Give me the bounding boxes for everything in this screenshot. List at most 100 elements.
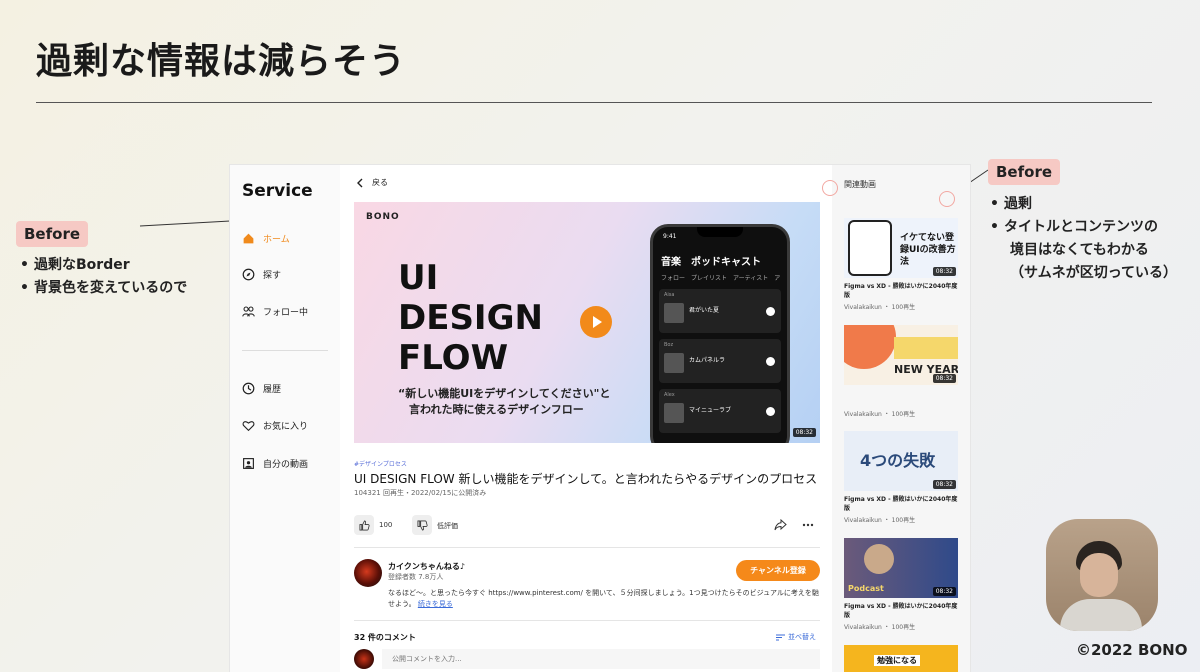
thumb-text: 4つの失敗 [860, 451, 936, 470]
left-note-list: 過剰なBorder 背景色を変えているので [18, 254, 187, 300]
nav-item-following[interactable]: フォロー中 [242, 305, 308, 318]
brand-logo: Service [242, 181, 313, 201]
channel-name[interactable]: カイクンちゃんねる♪ [388, 561, 465, 572]
thumb-text: イケてない登録UIの改善方法 [900, 233, 956, 267]
back-button[interactable]: 戻る [356, 177, 388, 188]
related-thumb[interactable]: NEW YEAR 08:32 [844, 325, 958, 385]
right-note-item: （サムネが区切っている） [1010, 265, 1178, 281]
show-more-link[interactable]: 続きを見る [418, 600, 453, 608]
hero-headline-line: DESIGN [398, 298, 543, 338]
video-duration: 08:32 [792, 428, 816, 437]
sort-button[interactable]: 並べ替え [776, 632, 816, 642]
presenter-shirt [1060, 599, 1142, 631]
right-note-item: 境目はなくてもわかる [1010, 242, 1149, 258]
right-note-item: タイトルとコンテンツの [988, 216, 1177, 239]
play-icon [766, 357, 775, 366]
comment-input[interactable] [382, 649, 820, 669]
nav-label: お気に入り [263, 422, 309, 432]
thumb-text: 勉強になる [874, 655, 920, 666]
channel-subscribers: 登録者数 7.8万人 [388, 573, 444, 581]
phone-card: Boz カムパネルラ [659, 339, 781, 383]
nav-item-home[interactable]: ホーム [242, 232, 290, 245]
thumb-shape [894, 337, 958, 359]
nav-item-explore[interactable]: 探す [242, 268, 281, 281]
phone-card-track: 君がいた夏 [689, 307, 720, 314]
phone-card-user: Boz [664, 342, 674, 348]
thumb-duration: 08:32 [932, 587, 956, 596]
related-channel: Vivalakaikun ・ 100再生 [844, 517, 916, 524]
home-icon [243, 233, 254, 244]
back-label: 戻る [372, 178, 388, 187]
related-videos: 関連動画 イケてない登録UIの改善方法 08:32 Figma vs XD - … [832, 165, 970, 672]
divider [354, 547, 820, 548]
nav-item-history[interactable]: 履歴 [242, 382, 281, 395]
thumb-phone-shape [848, 220, 892, 276]
presenter-face [1080, 553, 1118, 597]
related-title[interactable]: Figma vs XD - 勝敗はいかに2040年度版 [844, 602, 958, 620]
nav-label: フォロー中 [263, 308, 309, 318]
thumb-person [864, 544, 894, 574]
thumb-shape [844, 325, 896, 369]
album-thumb [664, 403, 684, 423]
annotation-circle [822, 180, 838, 196]
phone-card-user: Alex [664, 392, 675, 398]
phone-card-track: マイニューラブ [689, 407, 732, 414]
video-title: UI DESIGN FLOW 新しい機能をデザインして。と言われたらやるデザイン… [354, 472, 818, 486]
video-description: なるほど〜。と思ったら今すぐ https://www.pinterest.com… [388, 588, 820, 610]
nav-label: 履歴 [263, 385, 282, 395]
phone-card: Alex マイニューラブ [659, 389, 781, 433]
left-before-badge: Before [16, 221, 89, 247]
phone-card-user: Aisa [664, 292, 675, 298]
hero-headline-line: FLOW [398, 338, 509, 378]
phone-notch [697, 227, 743, 237]
like-button[interactable] [354, 515, 374, 535]
thumb-text: Podcast [848, 584, 884, 593]
slide-title: 過剰な情報は減らそう [36, 41, 407, 82]
nav-item-my-videos[interactable]: 自分の動画 [242, 457, 308, 470]
phone-card-track: カムパネルラ [689, 357, 726, 364]
clock-icon [242, 382, 255, 395]
related-thumb[interactable]: 勉強になる [844, 645, 958, 672]
sort-icon [776, 634, 785, 640]
annotation-circle [939, 191, 955, 207]
channel-avatar[interactable] [354, 559, 382, 587]
left-note-item: 過剰なBorder [18, 254, 187, 277]
album-thumb [664, 303, 684, 323]
right-note-item: 過剰 [988, 193, 1177, 216]
related-thumb[interactable]: イケてない登録UIの改善方法 08:32 [844, 218, 958, 278]
play-icon [766, 307, 775, 316]
related-thumb[interactable]: Podcast 08:32 [844, 538, 958, 598]
video-player[interactable]: BONO UI DESIGN FLOW “新しい機能UIをデザインしてください"… [354, 202, 820, 443]
more-icon[interactable] [802, 523, 814, 527]
thumb-duration: 08:32 [932, 480, 956, 489]
main-content: 戻る BONO UI DESIGN FLOW “新しい機能UIをデザインしてくだ… [340, 165, 832, 672]
right-note-list: 過剰 タイトルとコンテンツの 境目はなくてもわかる （サムネが区切っている） [988, 193, 1177, 285]
like-count: 100 [379, 521, 393, 529]
share-icon[interactable] [774, 519, 787, 531]
video-tag[interactable]: #デザインプロセス [354, 459, 407, 468]
related-header: 関連動画 [844, 180, 876, 189]
hero-subtitle: “新しい機能UIをデザインしてください"と 言われた時に使えるデザインフロー [398, 387, 611, 416]
phone-tabs: フォロー プレイリスト アーティスト ア [661, 275, 781, 282]
left-note-item: 背景色を変えているので [18, 277, 187, 300]
heart-icon [242, 421, 255, 432]
dislike-button[interactable] [412, 515, 432, 535]
thumbs-down-icon [417, 520, 428, 530]
dislike-label: 低評価 [437, 522, 458, 530]
nav-item-favorites[interactable]: お気に入り [242, 419, 308, 432]
video-meta: 104321 回再生・2022/02/15に公開済み [354, 489, 487, 497]
nav-label: 探す [263, 271, 282, 281]
related-title[interactable]: Figma vs XD - 勝敗はいかに2040年度版 [844, 282, 958, 300]
hero-logo: BONO [366, 212, 400, 222]
compass-icon [242, 268, 255, 281]
right-before-badge: Before [988, 159, 1061, 185]
related-thumb[interactable]: 4つの失敗 08:32 [844, 431, 958, 491]
nav-divider [242, 350, 328, 351]
subscribe-button[interactable]: チャンネル登録 [736, 560, 820, 581]
related-title[interactable]: Figma vs XD - 勝敗はいかに2040年度版 [844, 495, 958, 513]
commenter-avatar [354, 649, 374, 669]
ui-mockup: Service ホーム 探す フォロー中 履歴 お気に入り 自分の動画 戻る B… [230, 165, 970, 672]
phone-mockup: 9:41 音楽 ポッドキャスト フォロー プレイリスト アーティスト ア Ais… [650, 224, 790, 443]
nav-label: ホーム [263, 235, 290, 245]
play-icon[interactable] [580, 306, 612, 338]
